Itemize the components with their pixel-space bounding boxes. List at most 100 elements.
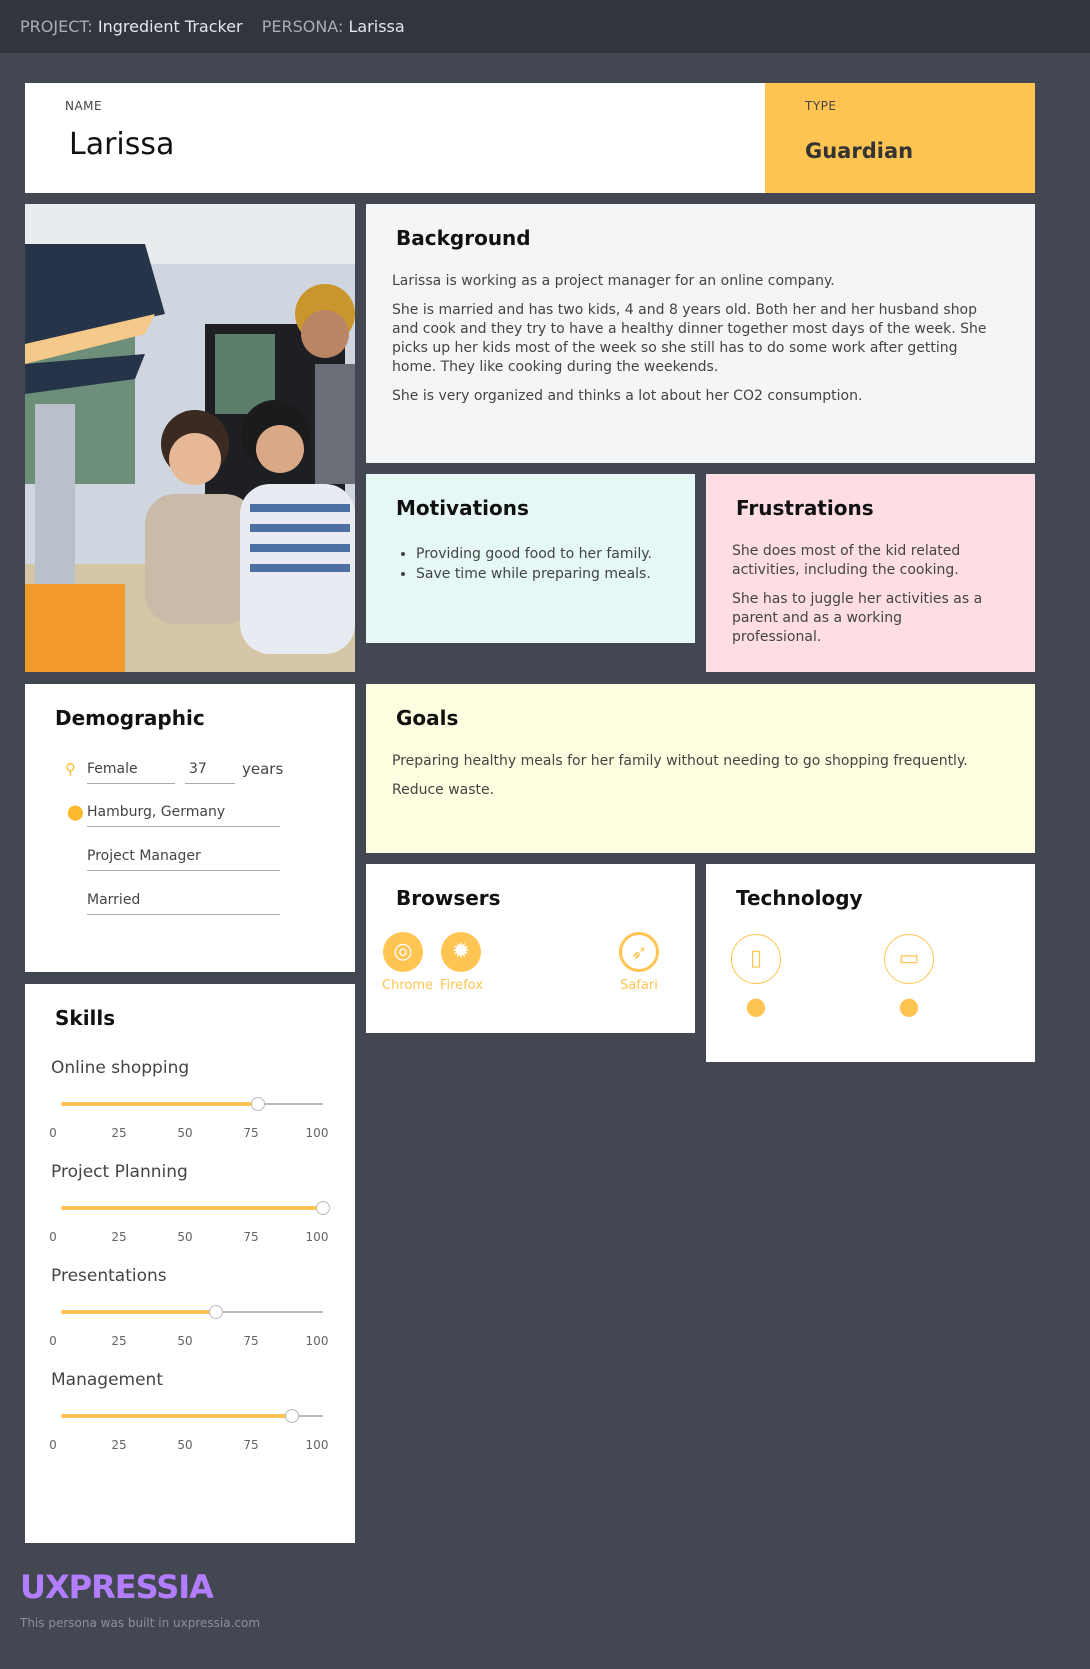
demographic-title: Demographic — [55, 706, 205, 730]
project-label: PROJECT: — [20, 17, 93, 36]
scale-tick-label: 100 — [305, 1438, 329, 1452]
apple-icon: ● — [745, 992, 767, 1020]
scale-tick-label: 0 — [49, 1438, 57, 1452]
scale-tick-label: 75 — [243, 1334, 259, 1348]
skill-slider[interactable] — [61, 1305, 323, 1319]
scale-tick-label: 100 — [305, 1126, 329, 1140]
scale-tick-label: 25 — [111, 1126, 127, 1140]
scale-tick-label: 75 — [243, 1126, 259, 1140]
goals-title: Goals — [396, 706, 459, 730]
scale-tick-label: 0 — [49, 1126, 57, 1140]
scale-tick-label: 0 — [49, 1334, 57, 1348]
name-card: NAME Larissa — [25, 83, 765, 193]
technology-item-laptop[interactable]: ▭ ● — [884, 934, 934, 1020]
office-photo-illustration — [25, 204, 355, 672]
frustrations-paragraph-2: She has to juggle her activities as a pa… — [732, 591, 983, 645]
scale-tick-label: 100 — [305, 1334, 329, 1348]
scale-tick-label: 50 — [177, 1334, 193, 1348]
type-label: TYPE — [805, 99, 837, 113]
project-name: Ingredient Tracker — [97, 17, 243, 36]
frustrations-paragraph-1: She does most of the kid related activit… — [732, 543, 961, 578]
type-value[interactable]: Guardian — [805, 139, 913, 163]
skill-slider-handle[interactable] — [284, 1409, 299, 1423]
motivations-card: Motivations Providing good food to her f… — [366, 474, 695, 643]
list-item: Providing good food to her family. — [416, 544, 652, 564]
technology-item-phone[interactable]: ▯ ● — [731, 934, 781, 1020]
persona-name-value[interactable]: Larissa — [69, 127, 174, 162]
scale-tick-label: 50 — [177, 1438, 193, 1452]
browser-chrome[interactable]: ◎ Chrome — [382, 932, 433, 993]
skill-slider-handle[interactable] — [250, 1097, 265, 1111]
skill-slider-handle[interactable] — [316, 1201, 330, 1215]
age-unit: years — [242, 760, 284, 778]
persona-name: Larissa — [348, 17, 405, 36]
scale-tick-label: 25 — [111, 1230, 127, 1244]
frustrations-text[interactable]: She does most of the kid related activit… — [732, 542, 995, 657]
skill-slider-fill — [61, 1102, 258, 1106]
top-bar: PROJECT: Ingredient Tracker PERSONA: Lar… — [0, 0, 1090, 53]
skill-item: Presentations 0 25 50 75 100 — [49, 1266, 341, 1348]
browser-safari[interactable]: ➶ Safari — [618, 932, 660, 993]
list-item: Save time while preparing meals. — [416, 564, 652, 584]
browsers-title: Browsers — [396, 886, 501, 910]
scale-tick-label: 25 — [111, 1438, 127, 1452]
uxpressia-logo[interactable]: UXPRESSIA — [20, 1568, 214, 1606]
motivations-list[interactable]: Providing good food to her family. Save … — [416, 544, 652, 584]
skill-slider[interactable] — [61, 1409, 323, 1423]
safari-icon: ➶ — [619, 932, 659, 972]
skill-slider-fill — [61, 1310, 216, 1314]
browser-firefox[interactable]: ✹ Firefox — [440, 932, 484, 993]
location-pin-icon: ⬤ — [67, 803, 84, 821]
scale-tick-label: 100 — [305, 1230, 329, 1244]
goals-paragraph-1: Preparing healthy meals for her family w… — [392, 753, 968, 769]
skill-item: Online shopping 0 25 50 75 100 — [49, 1058, 341, 1140]
skill-slider[interactable] — [61, 1201, 330, 1215]
goals-card: Goals Preparing healthy meals for her fa… — [366, 684, 1035, 853]
age-field[interactable]: 37 — [185, 761, 235, 784]
browser-label: Safari — [620, 978, 658, 993]
goals-text[interactable]: Preparing healthy meals for her family w… — [392, 752, 1005, 810]
skill-name: Management — [51, 1370, 163, 1390]
gender-field[interactable]: Female — [87, 761, 175, 784]
browser-label: Chrome — [382, 978, 433, 993]
frustrations-title: Frustrations — [736, 496, 874, 520]
background-text[interactable]: Larissa is working as a project manager … — [392, 272, 1005, 416]
skill-slider-fill — [61, 1414, 292, 1418]
demographic-card: Demographic ⚲ Female 37 years ⬤ Hamburg,… — [25, 684, 355, 972]
scale-tick-label: 75 — [243, 1438, 259, 1452]
browser-label: Firefox — [440, 978, 484, 993]
goals-paragraph-2: Reduce waste. — [392, 782, 495, 798]
background-paragraph-3: She is very organized and thinks a lot a… — [392, 388, 863, 404]
phone-icon: ▯ — [731, 934, 781, 984]
skills-card: Skills Online shopping 0 25 50 75 100 Project … — [25, 984, 355, 1543]
frustrations-card: Frustrations She does most of the kid re… — [706, 474, 1035, 672]
name-label: NAME — [65, 99, 103, 113]
skill-name: Project Planning — [51, 1162, 188, 1182]
technology-card: Technology ▯ ● ▭ ● — [706, 864, 1035, 1062]
skill-name: Presentations — [51, 1266, 167, 1286]
scale-tick-label: 25 — [111, 1334, 127, 1348]
location-field[interactable]: Hamburg, Germany — [87, 804, 280, 827]
skill-item: Management 0 25 50 75 100 — [49, 1370, 341, 1452]
skill-slider-fill — [61, 1206, 323, 1210]
apple-icon: ● — [898, 992, 920, 1020]
background-title: Background — [396, 226, 531, 250]
skill-slider[interactable] — [61, 1097, 323, 1111]
background-card: Background Larissa is working as a proje… — [366, 204, 1035, 463]
skills-title: Skills — [55, 1006, 116, 1030]
chrome-icon: ◎ — [383, 932, 423, 972]
occupation-field[interactable]: Project Manager — [87, 848, 280, 871]
scale-tick-label: 50 — [177, 1230, 193, 1244]
background-paragraph-2: She is married and has two kids, 4 and 8… — [392, 302, 987, 375]
persona-label: PERSONA: — [261, 17, 344, 36]
skill-slider-handle[interactable] — [208, 1305, 223, 1319]
marital-status-field[interactable]: Married — [87, 892, 280, 915]
type-card: TYPE Guardian — [765, 83, 1035, 193]
scale-tick-label: 0 — [49, 1230, 57, 1244]
persona-photo[interactable] — [25, 204, 355, 672]
gender-icon: ⚲ — [65, 760, 76, 778]
built-with-text[interactable]: This persona was built in uxpressia.com — [20, 1616, 260, 1630]
firefox-icon: ✹ — [441, 932, 481, 972]
skill-name: Online shopping — [51, 1058, 190, 1078]
technology-title: Technology — [736, 886, 863, 910]
